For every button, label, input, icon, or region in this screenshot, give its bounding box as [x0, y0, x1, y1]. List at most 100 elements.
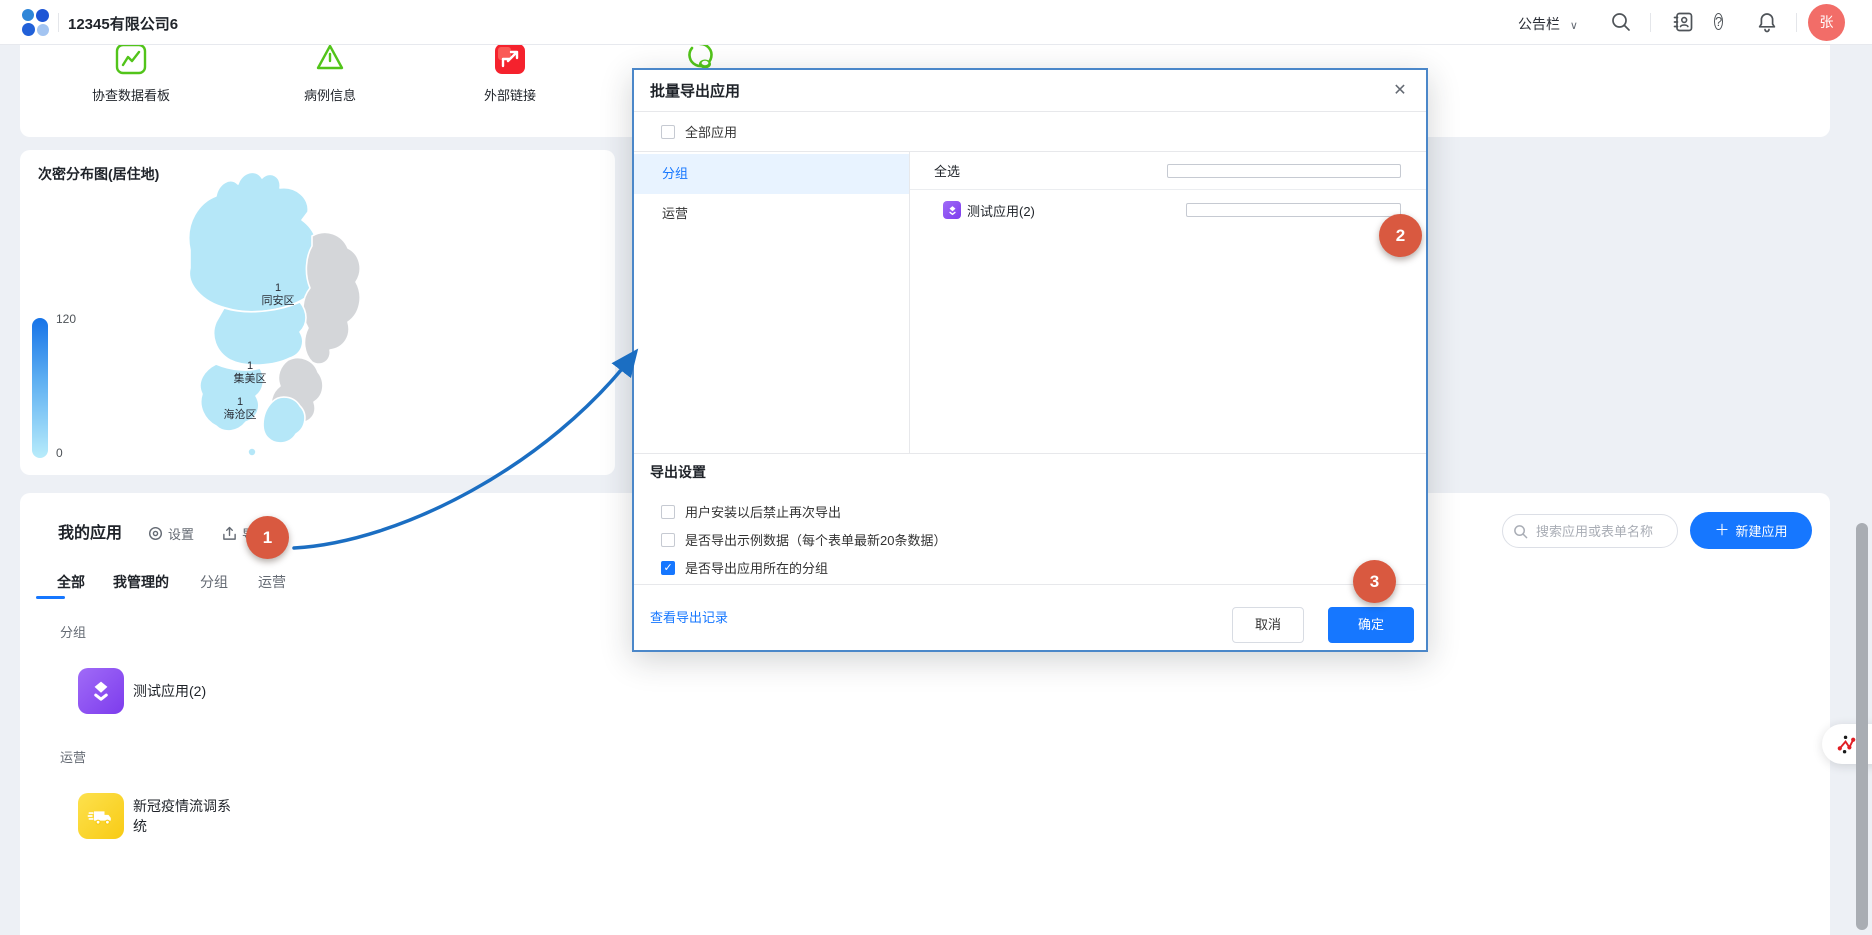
option-row-sample-data: 是否导出示例数据（每个表单最新20条数据）	[651, 530, 946, 549]
all-apps-row: 全部应用	[634, 112, 1426, 152]
map-value-haicang: 1	[237, 396, 243, 408]
header-divider	[1650, 13, 1651, 32]
category-panel: 分组 运营	[634, 152, 910, 453]
map-region-jimei	[214, 302, 306, 365]
select-all-checkbox[interactable]	[1167, 164, 1402, 178]
map-value-tongan: 1	[275, 282, 281, 294]
plus-icon: ＋	[1714, 523, 1729, 538]
tab-managed[interactable]: 我管理的	[113, 572, 169, 592]
option-checkbox[interactable]	[661, 505, 675, 519]
shortcut-case-info[interactable]: 病例信息	[260, 42, 400, 104]
option-row-forbid-reexport: 用户安装以后禁止再次导出	[651, 502, 841, 521]
notification-bell-icon[interactable]	[1756, 11, 1778, 33]
export-app-row: 测试应用(2)	[910, 190, 1426, 230]
tab-all[interactable]: 全部	[57, 572, 85, 592]
announcement-label: 公告栏	[1518, 16, 1560, 32]
option-label: 是否导出应用所在的分组	[685, 558, 828, 577]
export-settings-title: 导出设置	[650, 462, 706, 482]
help-icon[interactable]: ?	[1714, 13, 1736, 35]
announcement-dropdown[interactable]: 公告栏 ∨	[1518, 14, 1578, 34]
search-icon	[1513, 524, 1528, 539]
option-checkbox-checked[interactable]	[661, 561, 675, 575]
shortcut-label: 外部链接	[440, 85, 580, 104]
district-map: 1 同安区 1 集美区 1 海沧区	[20, 150, 615, 475]
settings-button[interactable]: 设置	[148, 524, 194, 543]
app-name: 测试应用(2)	[133, 681, 237, 701]
purple-gem-app-icon-small	[943, 201, 961, 219]
tab-operation[interactable]: 运营	[258, 572, 286, 592]
purple-gem-app-icon	[78, 668, 124, 714]
map-label-jimei: 集美区	[234, 371, 267, 385]
option-row-export-group: 是否导出应用所在的分组	[651, 558, 828, 577]
step-badge-2: 2	[1379, 214, 1422, 257]
chevron-down-icon: ∨	[1570, 20, 1578, 32]
new-app-button[interactable]: ＋ 新建应用	[1690, 512, 1812, 549]
question-glyph: ?	[1714, 13, 1723, 30]
green-chart-icon	[114, 42, 148, 76]
map-label-haicang: 海沧区	[224, 407, 257, 421]
search-icon[interactable]	[1610, 11, 1632, 33]
all-apps-label: 全部应用	[685, 122, 737, 141]
settings-label: 设置	[168, 524, 194, 543]
app-name: 新冠疫情流调系统	[133, 796, 237, 836]
shortcut-label: 协查数据看板	[61, 85, 201, 104]
export-app-name: 测试应用(2)	[967, 201, 1180, 220]
shortcut-label: 病例信息	[260, 85, 400, 104]
step-badge-3: 3	[1353, 560, 1396, 603]
cancel-button[interactable]: 取消	[1232, 607, 1304, 643]
dialog-body: 分组 运营 全选 测试应用(2)	[634, 152, 1426, 454]
select-all-label: 全选	[934, 161, 1167, 180]
section-label-operation: 运营	[60, 747, 86, 766]
app-search[interactable]	[1502, 514, 1678, 548]
green-case-icon	[313, 42, 347, 76]
search-input[interactable]	[1534, 523, 1667, 540]
gear-icon	[148, 526, 163, 541]
top-navbar: 12345有限公司6 公告栏 ∨ ? 张	[0, 0, 1872, 45]
map-card: 次密分布图(居住地) 120 0 1 同安区 1 集美区 1 海沧区	[20, 150, 615, 475]
option-checkbox[interactable]	[661, 533, 675, 547]
section-label-group: 分组	[60, 622, 86, 641]
dialog-header: 批量导出应用 ✕	[634, 70, 1426, 112]
all-apps-checkbox[interactable]	[661, 125, 675, 139]
shortcut-external-link[interactable]: 外部链接	[440, 42, 580, 104]
user-avatar[interactable]: 张	[1808, 4, 1845, 41]
screen: 协查数据看板 病例信息 外部链接 次密分布图(居住地) 120 0	[0, 0, 1872, 935]
new-app-label: 新建应用	[1736, 521, 1788, 540]
confirm-button[interactable]: 确定	[1328, 607, 1414, 643]
map-value-jimei: 1	[247, 360, 253, 372]
company-name: 12345有限公司6	[68, 13, 178, 34]
view-export-records-link[interactable]: 查看导出记录	[650, 607, 728, 626]
map-region-tongan	[189, 172, 318, 311]
tab-group[interactable]: 分组	[200, 572, 228, 592]
map-label-tongan: 同安区	[262, 293, 295, 307]
option-label: 用户安装以后禁止再次导出	[685, 502, 841, 521]
step-badge-1: 1	[246, 516, 289, 559]
scrollbar-thumb[interactable]	[1856, 523, 1868, 930]
company-logo-icon[interactable]	[22, 9, 49, 36]
dialog-title: 批量导出应用	[650, 80, 740, 101]
export-settings-section: 导出设置 用户安装以后禁止再次导出 是否导出示例数据（每个表单最新20条数据） …	[634, 454, 1426, 466]
export-icon	[222, 526, 237, 541]
my-apps-title: 我的应用	[58, 519, 122, 543]
category-item-group[interactable]: 分组	[634, 154, 909, 194]
red-external-link-icon	[493, 42, 527, 76]
map-region-xiangan	[303, 232, 360, 364]
category-item-operation[interactable]: 运营	[634, 194, 909, 234]
option-label: 是否导出示例数据（每个表单最新20条数据）	[685, 530, 946, 549]
address-book-icon[interactable]	[1672, 11, 1694, 33]
shortcut-dashboard[interactable]: 协查数据看板	[61, 42, 201, 104]
network-nodes-icon	[1835, 733, 1858, 756]
dialog-footer: 查看导出记录 取消 确定	[634, 584, 1426, 650]
header-divider	[1796, 13, 1797, 32]
select-all-row: 全选	[910, 152, 1426, 190]
app-item-covid[interactable]: 新冠疫情流调系统	[78, 793, 237, 839]
map-island	[248, 448, 256, 456]
close-icon[interactable]: ✕	[1388, 79, 1412, 103]
active-tab-underline	[36, 596, 65, 599]
export-app-checkbox[interactable]	[1186, 203, 1401, 217]
map-region-siming	[263, 397, 305, 443]
header-divider	[58, 13, 59, 32]
app-item-test[interactable]: 测试应用(2)	[78, 668, 237, 714]
yellow-truck-app-icon	[78, 793, 124, 839]
app-select-panel: 全选 测试应用(2)	[910, 152, 1426, 453]
